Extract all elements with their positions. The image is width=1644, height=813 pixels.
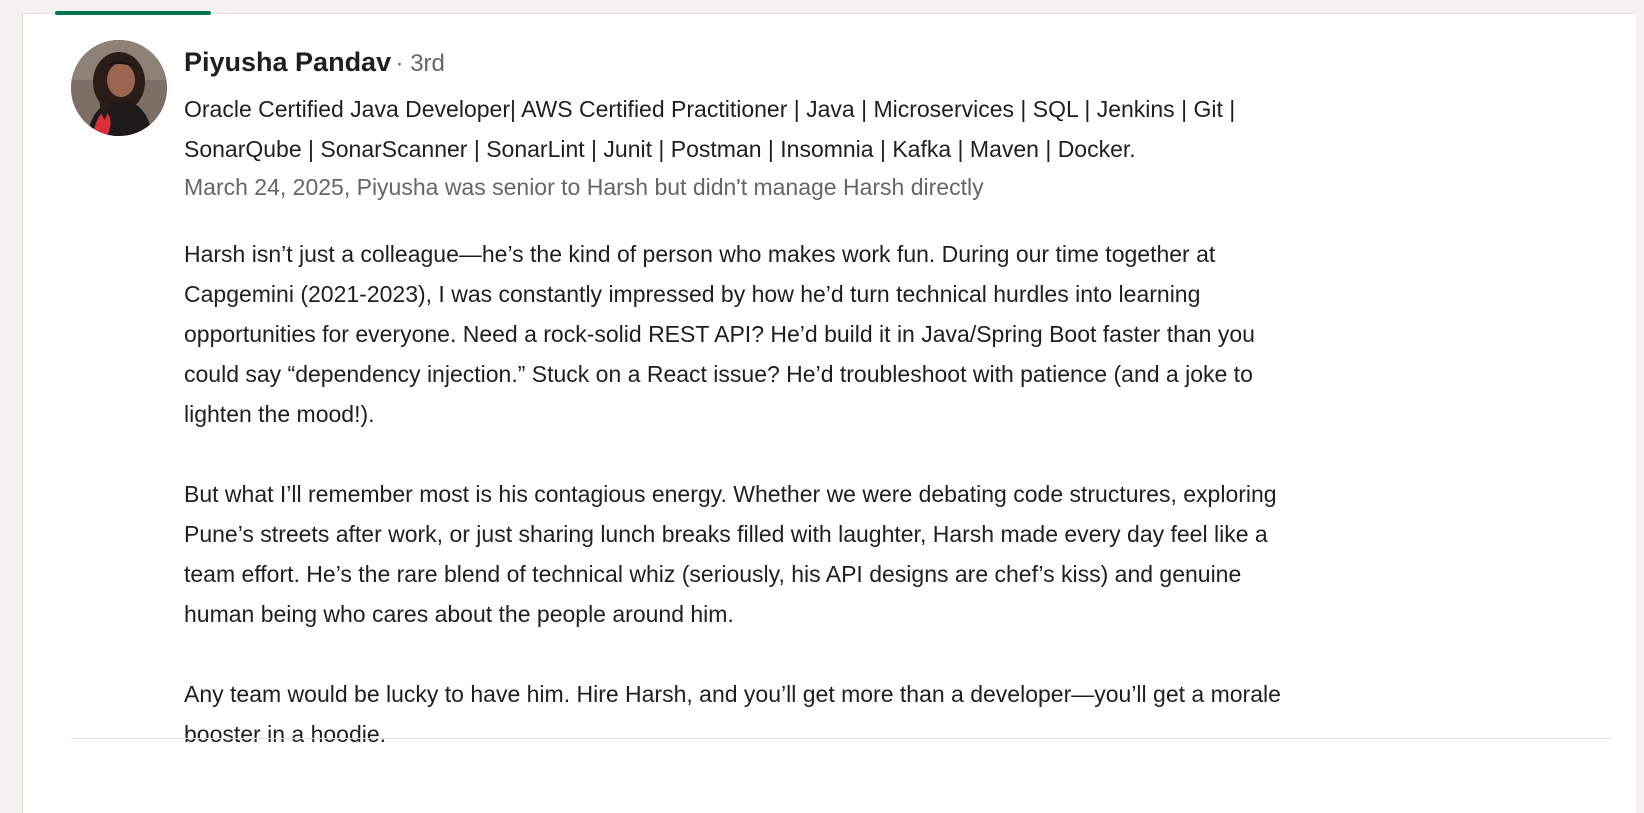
recommendation-card: Piyusha Pandav · 3rd Oracle Certified Ja… bbox=[22, 11, 1636, 813]
recommender-headline: Oracle Certified Java Developer| AWS Cer… bbox=[184, 89, 1524, 169]
paragraph-line: But what I’ll remember most is his conta… bbox=[184, 481, 1277, 507]
paragraph-line: could say “dependency injection.” Stuck … bbox=[184, 361, 1253, 387]
recommendation-text: Harsh isn’t just a colleague—he’s the ki… bbox=[184, 234, 1564, 754]
avatar-photo-icon bbox=[71, 40, 167, 136]
recommender-name[interactable]: Piyusha Pandav bbox=[184, 47, 391, 77]
paragraph-line: Harsh isn’t just a colleague—he’s the ki… bbox=[184, 241, 1216, 267]
paragraph-line: opportunities for everyone. Need a rock-… bbox=[184, 321, 1255, 347]
paragraph-line: lighten the mood!). bbox=[184, 401, 375, 427]
recommendation-date-relationship: March 24, 2025, Piyusha was senior to Ha… bbox=[184, 174, 984, 200]
active-tab-indicator bbox=[55, 11, 211, 15]
headline-line: SonarQube | SonarScanner | SonarLint | J… bbox=[184, 136, 1136, 162]
connection-degree: · 3rd bbox=[395, 50, 445, 77]
paragraph-line: team effort. He’s the rare blend of tech… bbox=[184, 561, 1242, 587]
paragraph-line: Any team would be lucky to have him. Hir… bbox=[184, 681, 1281, 707]
paragraph-line: human being who cares about the people a… bbox=[184, 601, 734, 627]
paragraph-line: booster in a hoodie. bbox=[184, 721, 387, 747]
paragraph-line: Capgemini (2021-2023), I was constantly … bbox=[184, 281, 1201, 307]
headline-line: Oracle Certified Java Developer| AWS Cer… bbox=[184, 96, 1236, 122]
recommender-avatar[interactable] bbox=[71, 40, 167, 136]
paragraph-line: Pune’s streets after work, or just shari… bbox=[184, 521, 1268, 547]
recommender-name-row: Piyusha Pandav · 3rd bbox=[184, 45, 445, 84]
card-divider bbox=[71, 738, 1611, 739]
